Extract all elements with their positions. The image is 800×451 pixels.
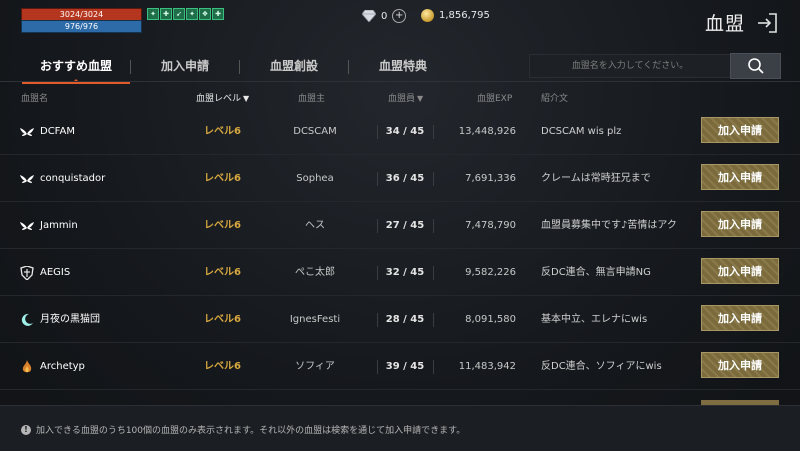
mp-text: 976/976 <box>64 22 99 31</box>
join-request-button[interactable]: 加入申請 <box>701 305 779 331</box>
page-title: 血盟 <box>705 13 746 35</box>
clan-level: レベル6 <box>204 267 241 278</box>
join-request-button[interactable]: 加入申請 <box>701 352 779 378</box>
clan-members: 32 / 45 <box>385 267 425 278</box>
tab-create-clan[interactable]: 血盟創設 <box>240 52 348 82</box>
clan-level: レベル6 <box>204 220 241 231</box>
clan-row[interactable]: DCFAM レベル6 DCSCAM 34 / 45 13,448,926 DCSCAM w… <box>0 108 800 155</box>
clan-members: 28 / 45 <box>385 314 425 325</box>
sort-desc-icon: ▼ <box>243 94 250 103</box>
divider <box>0 81 800 82</box>
clan-members: 39 / 45 <box>385 361 425 372</box>
column-members[interactable]: 血盟員 ▼ <box>388 91 423 104</box>
tab-recommended[interactable]: おすすめ血盟 <box>22 52 130 84</box>
info-icon: ! <box>21 424 31 435</box>
column-name[interactable]: 血盟名 <box>21 91 48 104</box>
clan-level: レベル6 <box>204 126 241 137</box>
column-members-label: 血盟員 <box>388 94 416 104</box>
clan-level: レベル6 <box>204 173 241 184</box>
clan-members: 34 / 45 <box>385 126 425 137</box>
clan-name: 月夜の黒猫団 <box>40 314 100 325</box>
clan-members: 27 / 45 <box>385 220 425 231</box>
divider <box>377 266 378 280</box>
divider <box>377 172 378 186</box>
column-level-label: 血盟レベル <box>196 94 242 104</box>
clan-master: Sophea <box>296 173 334 184</box>
join-request-button[interactable]: 加入申請 <box>701 211 779 237</box>
clan-master: IgnesFesti <box>289 314 341 325</box>
footer-notice: ! 加入できる血盟のうち100個の血盟のみ表示されます。それ以外の血盟は検索を通… <box>21 423 465 436</box>
buff-icon[interactable]: ➹ <box>173 8 185 20</box>
buff-list: ✦ ✚ ➹ ✦ ❖ ✚ <box>147 8 224 20</box>
clan-intro: 反DC連合、ソフィアにwis <box>541 361 662 372</box>
clan-level: レベル6 <box>204 314 241 325</box>
clan-row[interactable]: conquistador レベル6 Sophea 36 / 45 7,691,336 クレ… <box>0 155 800 202</box>
clan-name: Jammin <box>40 220 78 231</box>
clan-search-input[interactable] <box>529 54 731 78</box>
gold-count: 1,856,795 <box>439 10 490 21</box>
buff-icon[interactable]: ✦ <box>147 8 159 20</box>
join-request-button[interactable]: 加入申請 <box>701 258 779 284</box>
tab-applications[interactable]: 加入申請 <box>131 52 239 82</box>
mp-bar: 976/976 <box>21 20 142 33</box>
add-diamonds-button[interactable]: + <box>389 6 410 26</box>
column-level[interactable]: 血盟レベル ▼ <box>196 91 249 104</box>
gold-currency: 1,856,795 <box>421 9 490 22</box>
clan-row[interactable]: AEGIS レベル6 ぺこ太郎 32 / 45 9,582,226 反DC連合、無言申請N… <box>0 249 800 296</box>
clan-master: ソフィア <box>295 361 335 372</box>
clan-intro: 血盟員募集中です♪苦情はアク <box>541 220 677 231</box>
tab-clan-benefits[interactable]: 血盟特典 <box>349 52 457 82</box>
clan-master: ヘス <box>305 220 325 231</box>
join-request-button[interactable]: 加入申請 <box>701 117 779 143</box>
clan-name: conquistador <box>40 173 106 184</box>
clan-row[interactable]: 月夜の黒猫団 レベル6 IgnesFesti 28 / 45 8,091,580 基本中立… <box>0 296 800 343</box>
buff-icon[interactable]: ✚ <box>212 8 224 20</box>
clan-intro: クレームは常時狂兄まで <box>541 173 651 184</box>
column-master[interactable]: 血盟主 <box>298 91 325 104</box>
divider <box>377 125 378 139</box>
clan-intro: 基本中立、エレナにwis <box>541 314 648 325</box>
clan-level: レベル6 <box>204 361 241 372</box>
divider <box>377 219 378 233</box>
clan-name: Archetyp <box>40 361 85 372</box>
column-exp[interactable]: 血盟EXP <box>477 91 512 104</box>
clan-exp: 11,483,942 <box>458 361 516 372</box>
divider <box>377 313 378 327</box>
clan-row[interactable]: Archetyp レベル6 ソフィア 39 / 45 11,483,942 反DC連合、ソ… <box>0 343 800 390</box>
divider <box>377 360 378 374</box>
clan-members: 36 / 45 <box>385 173 425 184</box>
search-button[interactable] <box>730 53 781 79</box>
tab-bar: おすすめ血盟 加入申請 血盟創設 血盟特典 <box>22 52 457 84</box>
gold-coin-icon <box>421 9 434 22</box>
clan-exp: 13,448,926 <box>458 126 516 137</box>
column-intro: 紹介文 <box>541 94 569 104</box>
buff-icon[interactable]: ❖ <box>199 8 211 20</box>
clan-master: ぺこ太郎 <box>295 267 335 278</box>
clan-name: DCFAM <box>40 126 75 137</box>
join-request-button[interactable]: 加入申請 <box>701 164 779 190</box>
search-icon <box>747 58 764 74</box>
sort-icon: ▼ <box>417 94 424 103</box>
diamond-count: 0 <box>381 10 388 22</box>
clan-row[interactable]: Jammin レベル6 ヘス 27 / 45 7,478,790 血盟員募集中です♪苦情は… <box>0 202 800 249</box>
clan-intro: DCSCAM wis plz <box>541 126 622 137</box>
clan-exp: 7,691,336 <box>465 173 516 184</box>
clan-intro: 反DC連合、無言申請NG <box>541 267 651 278</box>
clan-name: AEGIS <box>40 267 71 278</box>
clan-exp: 9,582,226 <box>465 267 516 278</box>
clan-exp: 8,091,580 <box>465 314 516 325</box>
exit-icon[interactable] <box>756 12 778 34</box>
row-divider <box>0 389 800 390</box>
notice-text: 加入できる血盟のうち100個の血盟のみ表示されます。それ以外の血盟は検索を通じて… <box>36 426 466 436</box>
diamond-icon <box>362 10 376 22</box>
hp-text: 3024/3024 <box>59 10 104 19</box>
clan-exp: 7,478,790 <box>465 220 516 231</box>
buff-icon[interactable]: ✚ <box>160 8 172 20</box>
diamond-currency: 0 + <box>362 6 410 26</box>
footer: ! 加入できる血盟のうち100個の血盟のみ表示されます。それ以外の血盟は検索を通… <box>0 405 800 451</box>
buff-icon[interactable]: ✦ <box>186 8 198 20</box>
clan-master: DCSCAM <box>293 126 337 137</box>
